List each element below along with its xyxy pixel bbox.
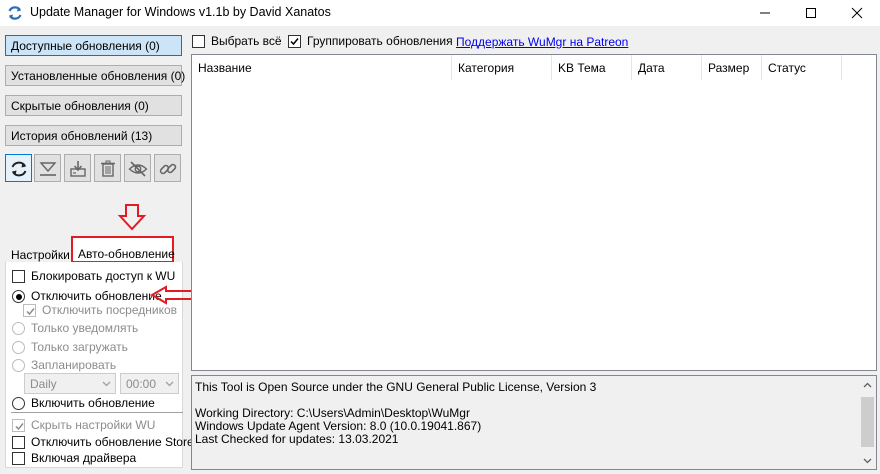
disable-mediators-checkbox[interactable] <box>23 304 36 317</box>
hide-wu-settings-label: Скрыть настройки WU <box>31 418 156 432</box>
schedule-day-value: Daily <box>30 377 57 391</box>
scroll-up-icon[interactable] <box>863 382 872 388</box>
scheduled-radio[interactable] <box>12 359 25 372</box>
install-icon <box>70 161 86 177</box>
group-updates-label: Группировать обновления <box>307 34 453 48</box>
column-status[interactable]: Статус <box>762 55 842 80</box>
download-button[interactable] <box>34 154 61 182</box>
close-button[interactable] <box>834 0 880 26</box>
hide-wu-settings-checkbox[interactable] <box>12 419 25 432</box>
updates-list[interactable]: Название Категория KB Тема Дата Размер С… <box>191 54 877 371</box>
minimize-icon <box>760 12 770 14</box>
refresh-icon <box>11 161 27 177</box>
group-updates-checkbox[interactable] <box>288 35 301 48</box>
schedule-time-select[interactable]: 00:00 <box>120 373 179 394</box>
maximize-button[interactable] <box>788 0 834 26</box>
column-category[interactable]: Категория <box>452 55 552 80</box>
select-all-checkbox[interactable] <box>192 35 205 48</box>
link-button[interactable] <box>154 154 181 182</box>
patreon-link[interactable]: Поддержать WuMgr на Patreon <box>456 35 628 49</box>
block-wu-checkbox[interactable] <box>12 270 25 283</box>
checkmark-icon <box>15 423 24 431</box>
schedule-day-select[interactable]: Daily <box>24 373 116 394</box>
download-icon <box>39 162 57 176</box>
chevron-down-icon <box>165 381 174 387</box>
delete-button[interactable] <box>94 154 121 182</box>
app-refresh-icon <box>8 6 22 20</box>
download-only-radio[interactable] <box>12 341 25 354</box>
column-size[interactable]: Размер <box>702 55 762 80</box>
scroll-thumb[interactable] <box>861 397 874 447</box>
minimize-button[interactable] <box>742 0 788 26</box>
install-button[interactable] <box>64 154 91 182</box>
hide-button[interactable] <box>124 154 151 182</box>
refresh-button[interactable] <box>5 154 32 182</box>
log-line: This Tool is Open Source under the GNU G… <box>195 380 597 394</box>
installed-updates-button[interactable]: Установленные обновления (0) <box>5 65 185 86</box>
notify-only-radio[interactable] <box>12 322 25 335</box>
checkmark-icon <box>26 308 35 316</box>
download-only-label: Только загружать <box>31 340 128 354</box>
link-icon <box>159 163 177 175</box>
log-line: Last Checked for updates: 13.03.2021 <box>195 432 399 446</box>
disable-mediators-label: Отключить посредников <box>42 303 178 317</box>
disable-update-radio[interactable] <box>12 290 25 303</box>
options-separator <box>11 412 183 413</box>
column-date[interactable]: Дата <box>632 55 702 80</box>
notify-only-label: Только уведомлять <box>31 321 139 335</box>
select-all-label: Выбрать всё <box>211 34 282 48</box>
log-output[interactable]: This Tool is Open Source under the GNU G… <box>191 375 877 470</box>
scroll-down-icon[interactable] <box>863 458 872 464</box>
log-scrollbar[interactable] <box>859 376 876 469</box>
close-icon <box>851 7 863 19</box>
include-drivers-checkbox[interactable] <box>12 452 25 465</box>
enable-update-label: Включить обновление <box>31 396 155 410</box>
disable-update-label: Отключить обновление <box>31 289 162 303</box>
column-kb[interactable]: KB Тема <box>552 55 632 80</box>
chevron-down-icon <box>102 381 111 387</box>
include-drivers-label: Включая драйвера <box>31 451 137 465</box>
block-wu-label: Блокировать доступ к WU <box>31 269 176 283</box>
disable-store-update-label: Отключить обновление Store <box>31 435 194 449</box>
trash-icon <box>101 160 115 177</box>
tab-auto-update[interactable]: Авто-обновление <box>78 245 175 262</box>
update-history-button[interactable]: История обновлений (13) <box>5 125 182 146</box>
disable-store-update-checkbox[interactable] <box>12 436 25 449</box>
annotation-down-arrow <box>117 204 147 231</box>
log-line: Windows Update Agent Version: 8.0 (10.0.… <box>195 419 482 433</box>
title-bar: Update Manager for Windows v1.1b by Davi… <box>0 0 880 26</box>
tab-settings[interactable]: Настройки <box>11 246 70 263</box>
schedule-time-value: 00:00 <box>126 377 157 391</box>
maximize-icon <box>806 8 816 18</box>
hidden-updates-button[interactable]: Скрытые обновления (0) <box>5 95 182 116</box>
checkmark-icon <box>290 38 299 46</box>
column-name[interactable]: Название <box>192 55 452 80</box>
available-updates-button[interactable]: Доступные обновления (0) <box>5 35 182 56</box>
enable-update-radio[interactable] <box>12 397 25 410</box>
eye-slash-icon <box>128 161 148 177</box>
scheduled-label: Запланировать <box>31 358 117 372</box>
log-line: Working Directory: C:\Users\Admin\Deskto… <box>195 406 470 420</box>
window-title: Update Manager for Windows v1.1b by Davi… <box>30 5 331 19</box>
